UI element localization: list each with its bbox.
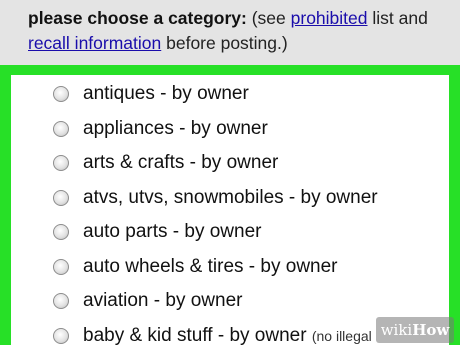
radio-button[interactable]: [53, 293, 69, 309]
instructions-text-1: (see: [246, 8, 291, 28]
radio-button[interactable]: [53, 224, 69, 240]
radio-button[interactable]: [53, 155, 69, 171]
radio-button[interactable]: [53, 86, 69, 102]
category-label: auto wheels & tires - by owner: [83, 255, 338, 277]
watermark-wiki: wiki: [380, 321, 413, 339]
instructions-text-2: list and: [367, 8, 428, 28]
category-option-aviation[interactable]: aviation - by owner: [11, 284, 449, 319]
page: please choose a category: (see prohibite…: [0, 0, 460, 345]
category-option-antiques[interactable]: antiques - by owner: [11, 77, 449, 112]
category-label: baby & kid stuff - by owner (no illegal: [83, 324, 372, 345]
category-label: arts & crafts - by owner: [83, 152, 279, 173]
category-label-text: baby & kid stuff - by owner: [83, 324, 312, 345]
category-option-arts-crafts[interactable]: arts & crafts - by owner: [11, 146, 449, 181]
category-options: antiques - by owner appliances - by owne…: [11, 77, 449, 345]
category-list-panel: antiques - by owner appliances - by owne…: [11, 75, 449, 345]
radio-button[interactable]: [53, 327, 69, 344]
instructions-text-3: before posting.): [161, 33, 288, 53]
category-note: (no illegal: [311, 327, 372, 344]
category-label: antiques - by owner: [83, 83, 249, 104]
choose-category-heading: please choose a category:: [28, 8, 247, 28]
category-header: please choose a category: (see prohibite…: [0, 0, 460, 66]
category-option-auto-parts[interactable]: auto parts - by owner: [11, 215, 449, 250]
category-label: appliances - by owner: [83, 117, 268, 139]
category-label: atvs, utvs, snowmobiles - by owner: [83, 186, 378, 208]
category-option-appliances[interactable]: appliances - by owner: [11, 112, 449, 147]
category-option-auto-wheels[interactable]: auto wheels & tires - by owner: [11, 250, 449, 285]
category-label: auto parts - by owner: [83, 221, 262, 242]
watermark-how: How: [412, 321, 450, 339]
radio-button[interactable]: [53, 189, 69, 206]
category-label: aviation - by owner: [83, 290, 243, 311]
category-option-atvs[interactable]: atvs, utvs, snowmobiles - by owner: [11, 181, 449, 216]
wikihow-watermark: wiki How: [376, 317, 454, 343]
category-instructions: please choose a category: (see prohibite…: [28, 6, 448, 56]
radio-button[interactable]: [53, 120, 69, 137]
highlight-frame: antiques - by owner appliances - by owne…: [0, 65, 460, 345]
radio-button[interactable]: [53, 258, 69, 275]
recall-information-link[interactable]: recall information: [28, 33, 161, 53]
prohibited-link[interactable]: prohibited: [291, 8, 368, 28]
